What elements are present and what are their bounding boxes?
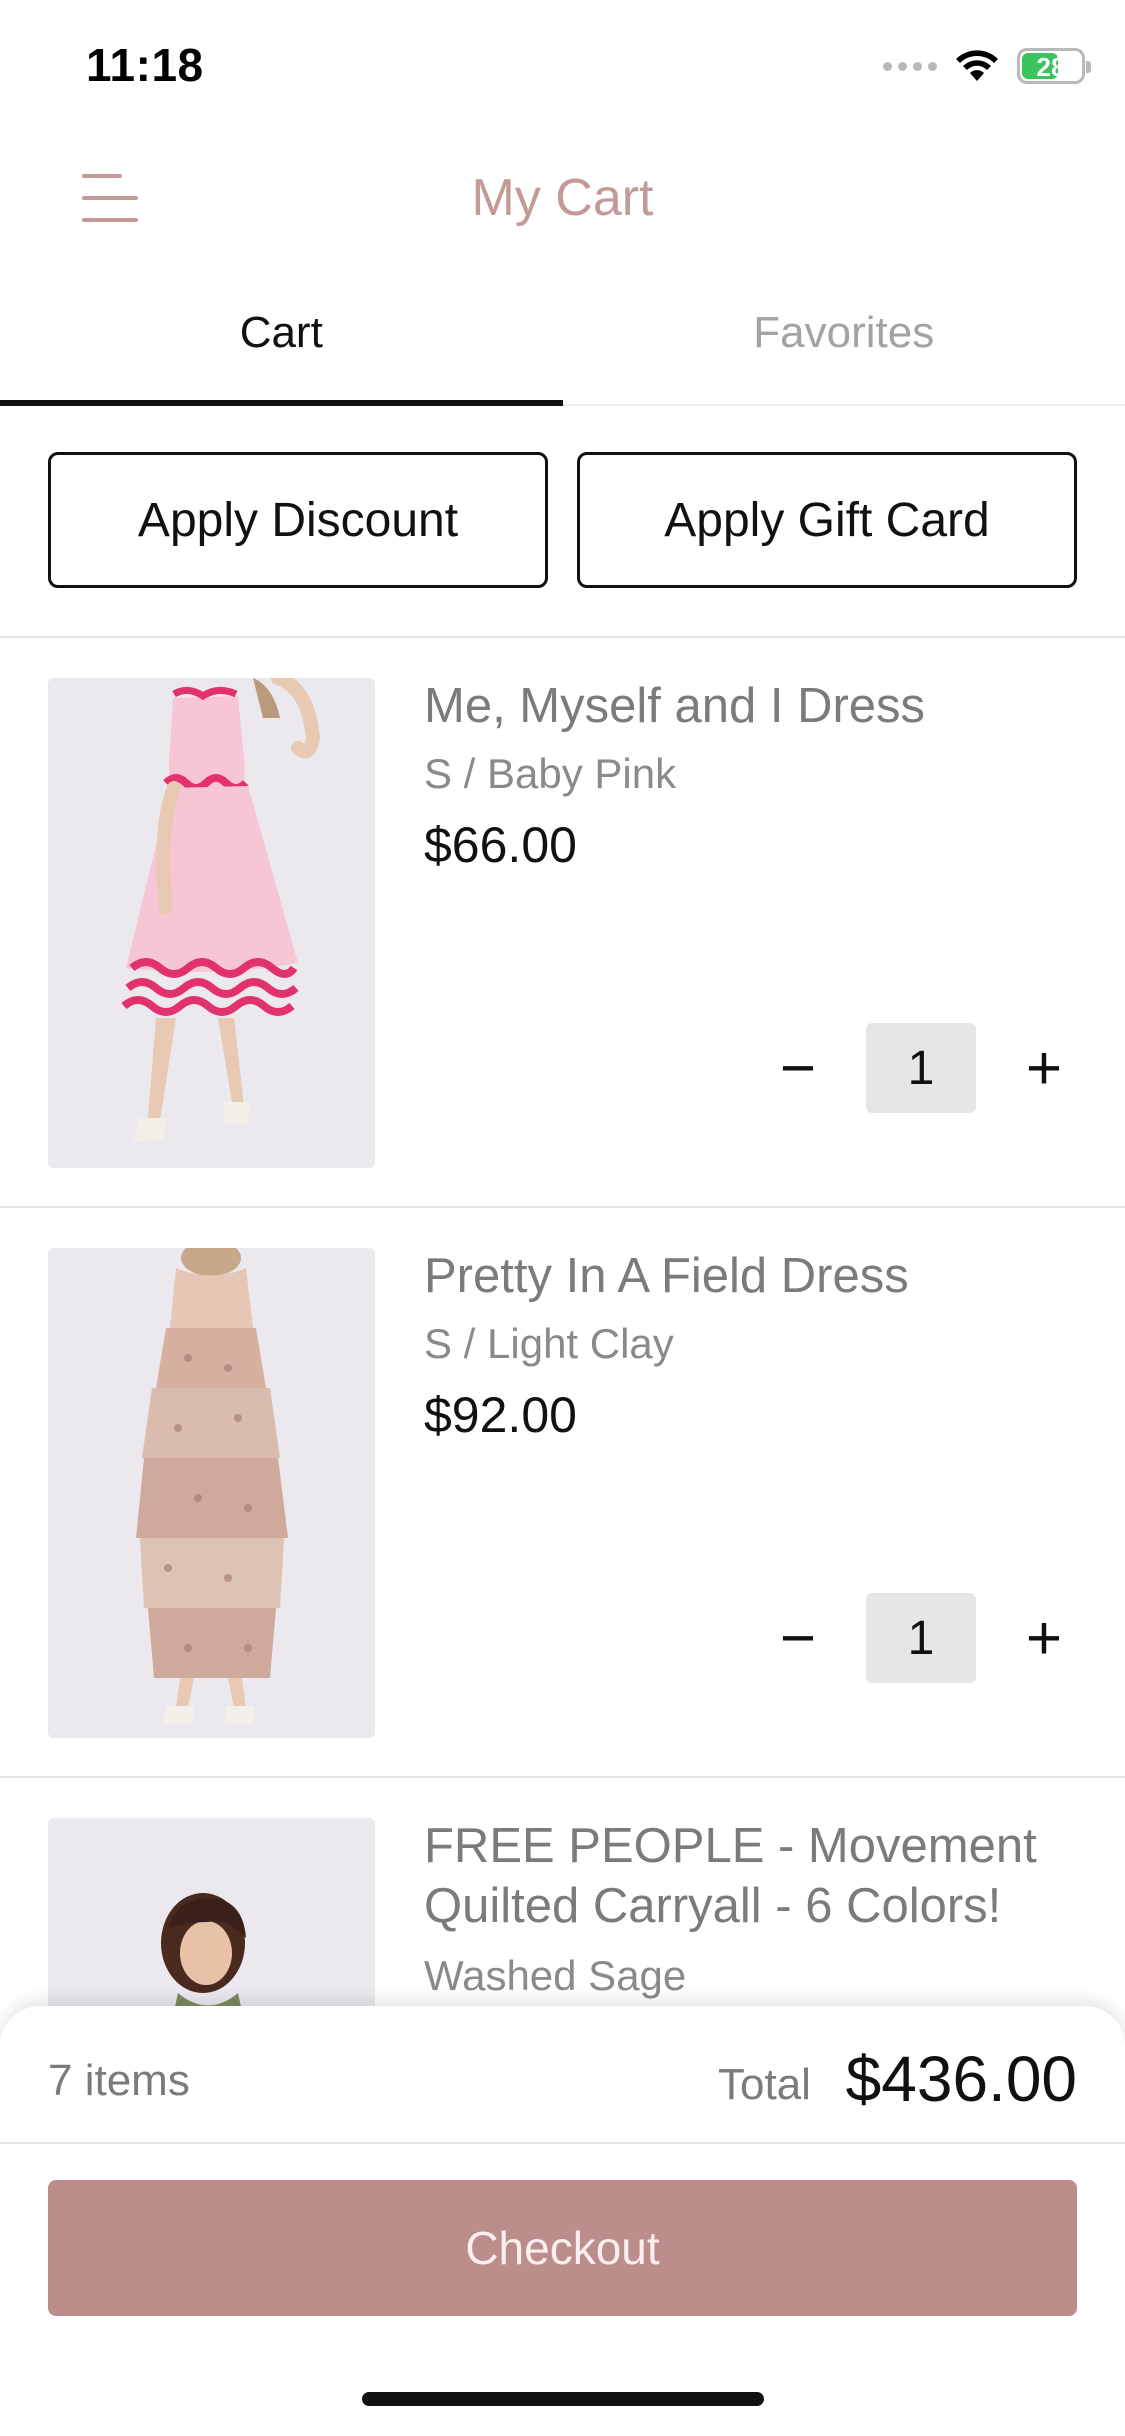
header: My Cart [0,150,1125,250]
wifi-icon [956,50,998,81]
item-price: $66.00 [424,817,577,873]
decrease-quantity-button[interactable]: − [760,1023,836,1113]
item-variant: S / Light Clay [424,1320,674,1367]
status-time: 11:18 [86,39,204,91]
floral-dress-photo[interactable] [48,1248,375,1738]
quantity-stepper: − 1 + [760,1593,1082,1683]
status-icons: 28 [883,48,1091,84]
cart-summary: 7 items Total $436.00 Checkout [0,2006,1125,2436]
cart-item: Pretty In A Field Dress S / Light Clay $… [0,1208,1125,1776]
item-variant: S / Baby Pink [424,750,677,797]
tab-cart[interactable]: Cart [0,290,563,406]
total-label: Total [718,2060,811,2109]
cart-actions: Apply Discount Apply Gift Card [48,452,1077,588]
pink-dress-photo[interactable] [48,678,375,1168]
battery-level: 28 [1036,52,1066,82]
quantity-value: 1 [866,1593,976,1683]
increase-quantity-button[interactable]: + [1006,1593,1082,1683]
battery-icon: 28 [1017,48,1091,84]
item-name[interactable]: Me, Myself and I Dress [424,676,1074,736]
quantity-stepper: − 1 + [760,1023,1082,1113]
decrease-quantity-button[interactable]: − [760,1593,836,1683]
cart-item: Me, Myself and I Dress S / Baby Pink $66… [0,638,1125,1206]
increase-quantity-button[interactable]: + [1006,1023,1082,1113]
home-indicator [362,2392,764,2406]
item-price: $92.00 [424,1387,577,1443]
quantity-value: 1 [866,1023,976,1113]
apply-gift-card-button[interactable]: Apply Gift Card [577,452,1077,588]
item-count: 7 items [48,2056,190,2105]
item-name[interactable]: Pretty In A Field Dress [424,1246,1074,1306]
divider [0,2142,1125,2144]
cellular-signal-icon [883,61,937,71]
apply-discount-button[interactable]: Apply Discount [48,452,548,588]
status-bar: 11:18 28 [0,0,1125,130]
item-name[interactable]: FREE PEOPLE - Movement Quilted Carryall … [424,1816,1074,1936]
total-value: $436.00 [845,2043,1077,2115]
tab-favorites[interactable]: Favorites [563,290,1125,404]
checkout-button[interactable]: Checkout [48,2180,1077,2316]
item-variant: Washed Sage [424,1952,687,1999]
tab-bar: Cart Favorites [0,290,1125,406]
page-title: My Cart [471,169,654,227]
